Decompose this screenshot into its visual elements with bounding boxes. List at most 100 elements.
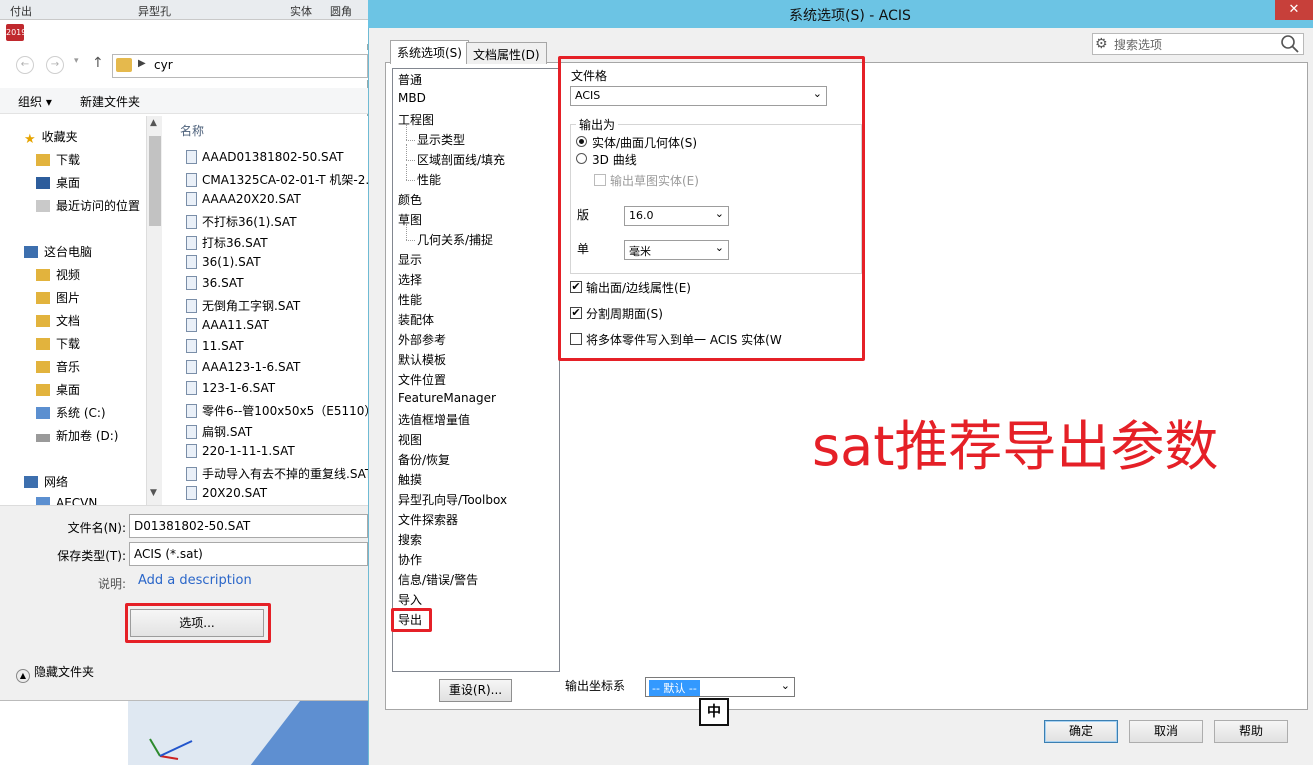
nav-item-recent[interactable]: 最近访问的位置 <box>36 197 140 217</box>
nav-item-documents[interactable]: 文档 <box>36 312 80 332</box>
file-list-item[interactable]: 打标36.SAT <box>186 234 368 255</box>
tree-item[interactable]: 导入 <box>398 591 422 609</box>
output-coordinate-select[interactable]: -- 默认 -- ⌄ <box>645 677 795 697</box>
tree-item[interactable]: 工程图 <box>398 111 434 129</box>
back-arrow-icon[interactable]: ← <box>16 56 34 74</box>
nav-item-downloads-pc[interactable]: 下载 <box>36 335 80 355</box>
export-settings-highlight <box>558 56 865 361</box>
tree-item[interactable]: 选值框增量值 <box>398 411 470 429</box>
nav-this-pc[interactable]: 这台电脑 <box>24 243 92 263</box>
file-list-item[interactable]: AAA123-1-6.SAT <box>186 360 368 381</box>
tree-item[interactable]: 备份/恢复 <box>398 451 450 469</box>
reset-button[interactable]: 重设(R)... <box>439 679 512 702</box>
tree-item[interactable]: 文件位置 <box>398 371 446 389</box>
file-icon <box>186 444 197 458</box>
tree-item[interactable]: 显示 <box>398 251 422 269</box>
add-description-link[interactable]: Add a description <box>138 573 252 588</box>
file-list-item[interactable]: 20X20.SAT <box>186 486 368 507</box>
file-list-item[interactable]: CMA1325CA-02-01-T 机架-2.SAT <box>186 171 368 192</box>
tree-item[interactable]: 性能 <box>398 291 422 309</box>
filetype-select[interactable]: ACIS (*.sat) <box>129 542 368 566</box>
new-folder-button[interactable]: 新建文件夹 <box>80 93 140 110</box>
nav-item-drive-c[interactable]: 系统 (C:) <box>36 404 106 424</box>
breadcrumb-folder[interactable]: cyr <box>154 58 173 72</box>
tree-item[interactable]: 文件探索器 <box>398 511 458 529</box>
scrollbar-thumb[interactable] <box>149 136 161 226</box>
chevron-down-icon: ⌄ <box>780 679 790 692</box>
nav-item-pictures[interactable]: 图片 <box>36 289 80 309</box>
file-list-item[interactable]: 220-1-11-1.SAT <box>186 444 368 465</box>
scroll-up-icon[interactable]: ▲ <box>150 118 157 128</box>
ok-button[interactable]: 确定 <box>1044 720 1118 743</box>
file-list-item[interactable]: 36(1).SAT <box>186 255 368 276</box>
filename-input[interactable]: D01381802-50.SAT <box>129 514 368 538</box>
hide-folders-toggle[interactable]: ▲ 隐藏文件夹 <box>16 663 94 683</box>
recent-locations-icon[interactable]: ▾ <box>74 56 79 66</box>
breadcrumb-chevron-icon[interactable]: ▶ <box>138 58 146 69</box>
tree-item[interactable]: 默认模板 <box>398 351 446 369</box>
save-dialog-titlebar <box>0 20 368 44</box>
organize-button[interactable]: 组织 ▾ <box>18 93 52 110</box>
up-arrow-icon[interactable]: ↑ <box>92 55 104 71</box>
address-bar[interactable] <box>112 54 368 78</box>
tree-item[interactable]: 选择 <box>398 271 422 289</box>
column-header-name[interactable]: 名称 <box>180 122 204 139</box>
tree-item[interactable]: 几何关系/捕捉 <box>417 231 493 249</box>
tab-document-properties[interactable]: 文档属性(D) <box>466 42 547 64</box>
tree-item[interactable]: 外部参考 <box>398 331 446 349</box>
file-list-item[interactable]: 无倒角工字钢.SAT <box>186 297 368 318</box>
file-list-item[interactable]: 36.SAT <box>186 276 368 297</box>
tree-item[interactable]: 草图 <box>398 211 422 229</box>
cancel-button[interactable]: 取消 <box>1129 720 1203 743</box>
tree-item[interactable]: 搜索 <box>398 531 422 549</box>
file-list-item[interactable]: 不打标36(1).SAT <box>186 213 368 234</box>
tree-item[interactable]: 视图 <box>398 431 422 449</box>
cad-viewport-graphic <box>128 701 368 765</box>
tree-item[interactable]: 触摸 <box>398 471 422 489</box>
help-button[interactable]: 帮助 <box>1214 720 1288 743</box>
scroll-down-icon[interactable]: ▼ <box>150 488 157 498</box>
tree-item[interactable]: 显示类型 <box>417 131 465 149</box>
nav-item-videos[interactable]: 视频 <box>36 266 80 286</box>
tree-item[interactable]: 普通 <box>398 71 422 89</box>
nav-network[interactable]: 网络 <box>24 473 68 493</box>
tree-item[interactable]: MBD <box>398 91 426 109</box>
nav-item-desktop[interactable]: 桌面 <box>36 174 80 194</box>
nav-item-label: 下载 <box>56 337 81 351</box>
file-list-item[interactable]: 零件6--管100x50x5（E5110）.SAT <box>186 402 368 423</box>
close-button[interactable]: ✕ <box>1275 0 1313 20</box>
nav-item-label: 桌面 <box>56 176 81 190</box>
gear-icon[interactable]: ⚙ <box>1095 36 1108 52</box>
ime-indicator[interactable]: 中 <box>699 698 729 726</box>
tree-item[interactable]: 异型孔向导/Toolbox <box>398 491 507 509</box>
nav-favorites[interactable]: ★ 收藏夹 <box>24 128 78 148</box>
nav-item-desktop-pc[interactable]: 桌面 <box>36 381 80 401</box>
search-icon[interactable] <box>1280 34 1300 54</box>
file-list-item[interactable]: 手动导入有去不掉的重复线.SAT <box>186 465 368 486</box>
navigation-scrollbar[interactable]: ▲ ▼ <box>146 116 162 506</box>
file-list-item[interactable]: 11.SAT <box>186 339 368 360</box>
chevron-up-icon: ▲ <box>16 669 30 683</box>
file-list-item[interactable]: AAAA20X20.SAT <box>186 192 368 213</box>
tree-item[interactable]: 颜色 <box>398 191 422 209</box>
file-list-item[interactable]: 123-1-6.SAT <box>186 381 368 402</box>
file-list-item[interactable]: 扁钢.SAT <box>186 423 368 444</box>
file-list-item[interactable]: AAAD01381802-50.SAT <box>186 150 368 171</box>
tree-item[interactable]: 装配体 <box>398 311 434 329</box>
videos-folder-icon <box>36 269 50 281</box>
nav-this-pc-label: 这台电脑 <box>44 245 93 259</box>
tree-item[interactable]: 性能 <box>417 171 441 189</box>
nav-item-downloads[interactable]: 下载 <box>36 151 80 171</box>
file-list-item[interactable]: AAA11.SAT <box>186 318 368 339</box>
tree-item[interactable]: 信息/错误/警告 <box>398 571 478 589</box>
forward-arrow-icon[interactable]: → <box>46 56 64 74</box>
nav-item-music[interactable]: 音乐 <box>36 358 80 378</box>
nav-item-network-host[interactable]: AECVN <box>36 496 97 505</box>
folder-icon <box>116 58 132 72</box>
tree-item[interactable]: 区域剖面线/填充 <box>417 151 505 169</box>
tree-item[interactable]: 协作 <box>398 551 422 569</box>
nav-item-label: 文档 <box>56 314 81 328</box>
nav-item-drive-d[interactable]: 新加卷 (D:) <box>36 427 118 447</box>
tree-item[interactable]: FeatureManager <box>398 391 496 409</box>
tab-system-options[interactable]: 系统选项(S) <box>390 40 469 64</box>
